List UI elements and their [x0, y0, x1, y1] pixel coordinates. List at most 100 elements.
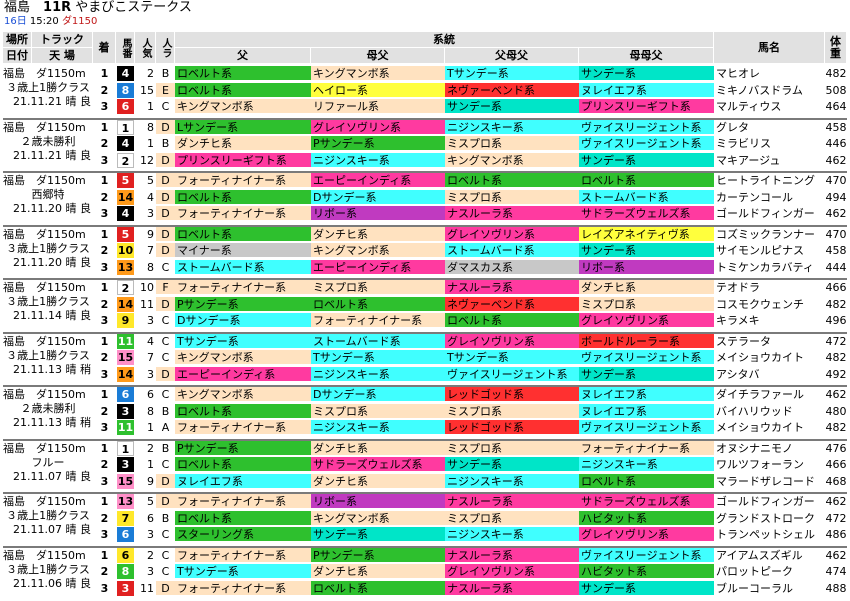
horse-name: アイアムスズギル: [714, 548, 825, 563]
mother-father-line: ヘイロー系: [311, 82, 445, 98]
race-class: ２歳未勝利: [20, 134, 76, 148]
horse-weight: 486: [825, 528, 847, 542]
finish-position: 3: [93, 581, 116, 596]
race-grade: C: [156, 313, 175, 328]
horse-name: ステラータ: [714, 334, 825, 349]
father-line: フォーティナイナー系: [175, 494, 311, 509]
col-chaku: 着: [93, 32, 116, 64]
horse-weight: 462: [825, 153, 847, 168]
mother-mother-father-line: サドラーズウェルズ系: [579, 206, 714, 221]
mother-father-line: サドラーズウェルズ系: [311, 457, 445, 472]
race-class: ３歳上1勝クラス: [6, 348, 90, 362]
race-venue-distance: 福島 ダ1150m: [3, 548, 86, 562]
horse-weight: 482: [825, 67, 847, 81]
post-number: 4: [117, 66, 134, 81]
finish-position: 3: [93, 313, 116, 328]
race-grade: D: [156, 189, 175, 205]
horse-name: トミケンカラバティ: [714, 260, 825, 275]
finish-position: 2: [93, 404, 116, 419]
race-meta-line: 16日 15:20 ダ1150: [4, 15, 97, 28]
race-info: 福島 ダ1150m ３歳上1勝クラス 21.11.06 晴 良: [3, 549, 93, 591]
finish-position: 3: [93, 527, 116, 542]
horse-weight: 472: [825, 511, 847, 526]
popularity: 7: [135, 243, 156, 258]
race-date-weather: 21.11.20 晴 良: [13, 255, 91, 269]
post-number: 8: [117, 82, 134, 98]
father-mother-father-line: レッドゴッド系: [445, 387, 579, 402]
horse-weight: 472: [825, 334, 847, 349]
race-grade: C: [156, 564, 175, 579]
mother-mother-father-line: ロベルト系: [579, 173, 714, 188]
race-class: ３歳上1勝クラス: [6, 241, 90, 255]
race-grade: D: [156, 366, 175, 382]
mother-mother-father-line: ロベルト系: [579, 473, 714, 489]
race-date-weather: 21.11.21 晴 良: [13, 148, 91, 162]
horse-weight: 494: [825, 190, 847, 205]
mother-father-line: ダンチヒ系: [311, 564, 445, 579]
mother-mother-father-line: サドラーズウェルズ系: [579, 494, 714, 509]
race-class: 西郷特: [31, 188, 65, 201]
mother-mother-father-line: ヴァイスリージェント系: [579, 420, 714, 435]
finish-position: 2: [93, 243, 116, 258]
father-line: Tサンデー系: [175, 333, 311, 349]
mother-mother-father-line: サンデー系: [579, 580, 714, 596]
mother-mother-father-line: プリンスリーギフト系: [579, 99, 714, 114]
finish-position: 2: [93, 564, 116, 579]
race-grade: B: [156, 136, 175, 151]
popularity: 8: [135, 120, 156, 135]
finish-position: 2: [93, 511, 116, 526]
finish-position: 1: [93, 227, 116, 242]
race-class: ３歳上1勝クラス: [6, 509, 90, 522]
father-line: ロベルト系: [175, 403, 311, 419]
finish-position: 3: [93, 153, 116, 168]
father-mother-father-line: グレイソヴリン系: [445, 564, 579, 579]
race-venue-distance: 福島 ダ1150m: [3, 67, 86, 80]
mother-father-line: ニジンスキー系: [311, 366, 445, 382]
finish-position: 3: [93, 420, 116, 435]
post-number: 14: [117, 296, 134, 312]
race-grade: D: [156, 494, 175, 509]
post-number: 13: [117, 259, 134, 275]
popularity: 3: [135, 367, 156, 382]
mother-father-line: グレイソヴリン系: [311, 119, 445, 135]
horse-name: サイモンルピナス: [714, 243, 825, 258]
father-line: キングマンボ系: [175, 350, 311, 365]
horse-name: ブルーコーラル: [714, 581, 825, 596]
post-number: 10: [117, 243, 134, 258]
mother-father-line: ロベルト系: [311, 580, 445, 596]
father-mother-father-line: Tサンデー系: [445, 66, 579, 81]
father-line: ヌレイエフ系: [175, 473, 311, 489]
mother-father-line: Dサンデー系: [311, 387, 445, 402]
mother-father-line: ニジンスキー系: [311, 152, 445, 168]
horse-weight: 480: [825, 404, 847, 419]
col-lineage: 系統: [175, 32, 714, 48]
father-line: Dサンデー系: [175, 313, 311, 328]
mother-mother-father-line: ボールドルーラー系: [579, 333, 714, 349]
post-number: 6: [117, 99, 134, 114]
results-table: 場所 トラック 日付 天 場 着 馬番 人気 人ラ 系統 父 母父 父母父 母母…: [3, 32, 847, 600]
finish-position: 3: [93, 260, 116, 275]
post-number: 9: [117, 313, 134, 328]
post-number: 8: [117, 564, 134, 579]
finish-position: 1: [93, 120, 116, 135]
father-mother-father-line: ニジンスキー系: [445, 473, 579, 489]
horse-name: ミラビリス: [714, 136, 825, 151]
horse-name: グランドストローク: [714, 511, 825, 526]
mother-father-line: ミスプロ系: [311, 403, 445, 419]
horse-name: トランペットシェル: [714, 527, 825, 542]
horse-weight: 482: [825, 421, 847, 435]
race-info: 福島 ダ1150m ２歳未勝利 21.11.13 晴 稍: [3, 388, 93, 430]
race-grade: B: [156, 440, 175, 456]
race-info: 福島 ダ1150m ３歳上1勝クラス 21.11.14 晴 良: [3, 281, 93, 323]
mother-father-line: Pサンデー系: [311, 136, 445, 151]
horse-weight: 444: [825, 260, 847, 275]
horse-name: マヒオレ: [714, 66, 825, 81]
race-class: ２歳未勝利: [20, 402, 76, 415]
race-grade: E: [156, 82, 175, 98]
finish-position: 3: [93, 206, 116, 221]
post-number: 14: [117, 366, 134, 382]
popularity: 9: [135, 227, 156, 242]
finish-position: 1: [93, 548, 116, 563]
col-venue: 場所: [3, 32, 32, 48]
father-line: エーピーインディ系: [175, 366, 311, 382]
